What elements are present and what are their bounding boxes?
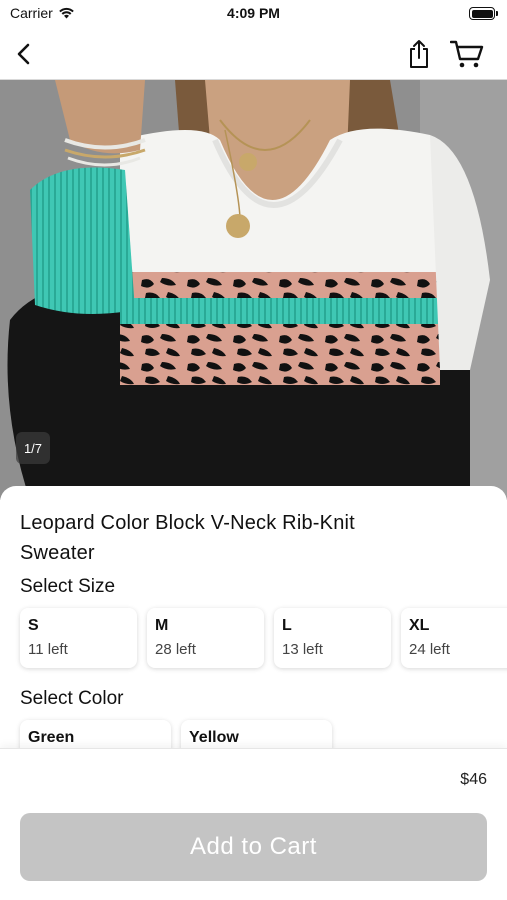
battery-icon bbox=[469, 7, 498, 20]
product-details-sheet: Leopard Color Block V-Neck Rib-Knit Swea… bbox=[0, 486, 507, 748]
size-options: S 11 left M 28 left L 13 left XL 24 left bbox=[20, 608, 507, 668]
color-name: Green bbox=[28, 729, 75, 746]
color-name: Yellow bbox=[189, 729, 239, 746]
size-option-l[interactable]: L 13 left bbox=[274, 608, 391, 668]
navigation-bar bbox=[0, 28, 507, 80]
size-stock: 11 left bbox=[28, 641, 68, 658]
color-options: Green Yellow bbox=[20, 720, 332, 748]
cart-icon bbox=[450, 40, 484, 68]
size-option-xl[interactable]: XL 24 left bbox=[401, 608, 507, 668]
size-stock: 13 left bbox=[282, 641, 323, 658]
back-button[interactable] bbox=[6, 36, 42, 72]
share-icon bbox=[410, 40, 428, 68]
select-color-label: Select Color bbox=[20, 688, 124, 709]
cart-button[interactable] bbox=[449, 36, 485, 72]
product-image[interactable]: 1/7 bbox=[0, 80, 507, 500]
size-option-s[interactable]: S 11 left bbox=[20, 608, 137, 668]
add-to-cart-button[interactable]: Add to Cart bbox=[20, 813, 487, 881]
color-option-yellow[interactable]: Yellow bbox=[181, 720, 332, 748]
size-name: XL bbox=[409, 617, 430, 634]
size-stock: 28 left bbox=[155, 641, 196, 658]
share-button[interactable] bbox=[401, 36, 437, 72]
status-bar: Carrier 4:09 PM bbox=[0, 0, 507, 28]
size-name: L bbox=[282, 617, 292, 634]
color-option-green[interactable]: Green bbox=[20, 720, 171, 748]
select-size-label: Select Size bbox=[20, 576, 116, 597]
product-title: Leopard Color Block V-Neck Rib-Knit Swea… bbox=[20, 512, 355, 564]
size-option-m[interactable]: M 28 left bbox=[147, 608, 264, 668]
product-photo bbox=[0, 80, 507, 500]
size-name: S bbox=[28, 617, 39, 634]
image-counter: 1/7 bbox=[16, 432, 50, 464]
size-stock: 24 left bbox=[409, 641, 450, 658]
product-price: $46 bbox=[460, 771, 487, 788]
size-name: M bbox=[155, 617, 169, 634]
clock: 4:09 PM bbox=[227, 5, 280, 21]
purchase-bar: $46 Add to Cart bbox=[0, 748, 507, 900]
chevron-left-icon bbox=[17, 43, 30, 65]
